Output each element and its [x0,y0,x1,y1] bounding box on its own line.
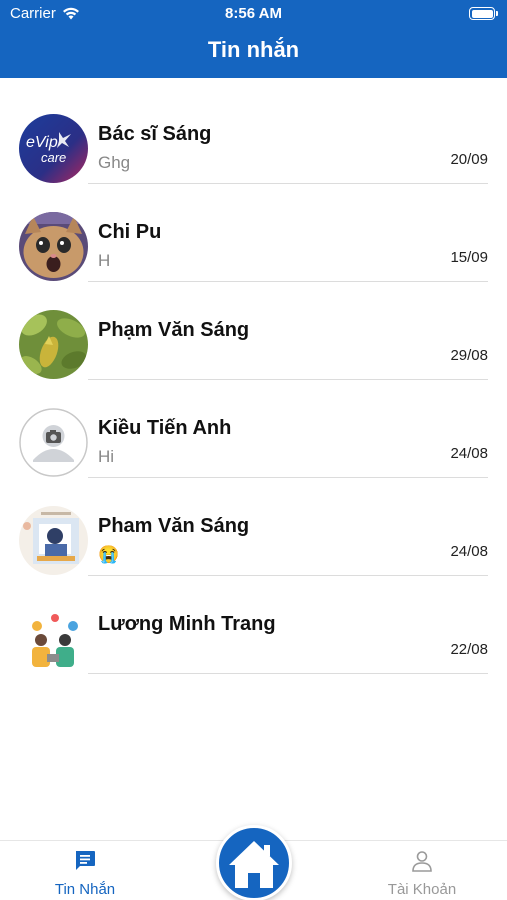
chat-preview: Hi [98,447,115,466]
page-title: Tin nhắn [207,37,300,62]
tab-messages[interactable]: Tin Nhắn [25,841,145,900]
chat-item[interactable]: Chi Pu H 15/09 [0,196,507,294]
avatar [19,212,88,281]
avatar [19,604,88,673]
chat-date: 22/08 [450,641,488,658]
app-header: Carrier 8:56 AM Tin nhắn [0,0,507,78]
chat-name: Chi Pu [98,221,162,243]
chat-bubble-icon [76,851,95,870]
divider [88,183,488,184]
divider [88,575,488,576]
avatar [19,408,88,477]
tab-label: Tin Nhắn [54,881,116,898]
chat-list: eVip care Bác sĩ Sáng Ghg 20/09 Chi Pu H… [0,98,507,686]
chat-preview: H [98,251,111,270]
avatar [19,310,88,379]
chat-item[interactable]: Kiều Tiến Anh Hi 24/08 [0,392,507,490]
tab-account[interactable]: Tài Khoản [362,841,482,900]
divider [88,673,488,674]
chat-date: 29/08 [450,347,488,364]
chat-name: Lương Minh Trang [98,613,276,635]
chat-name: Kiều Tiến Anh [98,417,232,439]
divider [88,477,488,478]
chat-preview: 😭 [98,545,120,564]
tab-label: Tài Khoản [387,881,457,898]
divider [88,379,488,380]
chat-item[interactable]: Lương Minh Trang 22/08 [0,588,507,686]
chat-name: Pham Văn Sáng [98,515,250,537]
chat-date: 24/08 [450,445,488,462]
chat-date: 24/08 [450,543,488,560]
chat-name: Bác sĩ Sáng [98,123,212,145]
person-icon [412,851,432,872]
status-bar: Carrier 8:56 AM [0,0,507,28]
home-button[interactable] [216,825,292,900]
avatar: eVip care [19,114,88,183]
avatar-logo-text: eVip [26,134,58,151]
battery-icon [469,7,498,20]
avatar-logo-text: care [41,150,66,165]
home-icon [229,841,279,888]
chat-date: 20/09 [450,151,488,168]
chat-name: Phạm Văn Sáng [98,319,250,341]
avatar [19,506,88,575]
chat-preview: Ghg [98,153,131,172]
chat-item[interactable]: Pham Văn Sáng 😭 24/08 [0,490,507,588]
chat-item[interactable]: eVip care Bác sĩ Sáng Ghg 20/09 [0,98,507,196]
divider [88,281,488,282]
status-time: 8:56 AM [225,5,282,22]
chat-date: 15/09 [450,249,488,266]
chat-item[interactable]: Phạm Văn Sáng 29/08 [0,294,507,392]
